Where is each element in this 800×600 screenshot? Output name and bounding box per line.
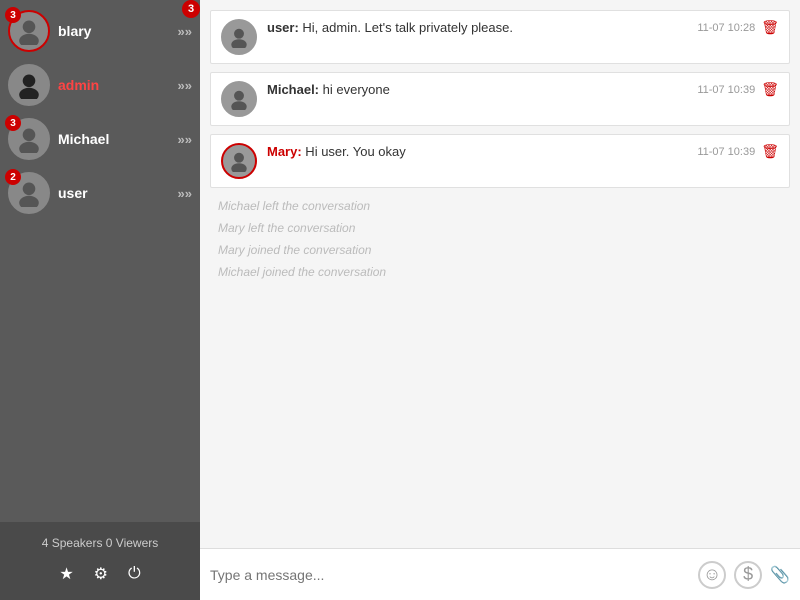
- message-meta: 11-07 10:28 🗑: [697, 19, 779, 36]
- chevron-double-icon: »»: [178, 132, 192, 147]
- sidebar-stats: 4 Speakers 0 Viewers: [0, 530, 200, 556]
- user-list: 3 blary»» admin»»3 Michael»»2 user»»: [0, 0, 200, 522]
- sidebar-top-badge: 3: [182, 0, 200, 18]
- sidebar-footer: 4 Speakers 0 Viewers ★ ⚙ ⏻: [0, 522, 200, 600]
- message-avatar: [221, 19, 257, 55]
- delete-message-button[interactable]: 🗑: [761, 143, 779, 160]
- avatar-wrap: 3: [8, 10, 50, 52]
- message-content: Michael: hi everyone: [267, 81, 697, 99]
- system-message: Michael joined the conversation: [210, 262, 790, 282]
- user-name: user: [58, 185, 178, 201]
- sidebar-actions: ★ ⚙ ⏻: [0, 556, 200, 592]
- user-badge: 2: [5, 169, 21, 185]
- input-area: ☺ $ 📎: [200, 548, 800, 600]
- message-time: 11-07 10:39: [697, 84, 755, 96]
- message-row: Michael: hi everyone 11-07 10:39 🗑: [210, 72, 790, 126]
- user-name: Michael: [58, 131, 178, 147]
- avatar: [8, 64, 50, 106]
- avatar-wrap: [8, 64, 50, 106]
- chevron-double-icon: »»: [178, 24, 192, 39]
- input-icons: ☺ $ 📎: [698, 561, 790, 589]
- attachment-button[interactable]: 📎: [770, 565, 790, 585]
- message-meta: 11-07 10:39 🗑: [697, 143, 779, 160]
- message-text: Michael: hi everyone: [267, 82, 390, 97]
- chevron-double-icon: »»: [178, 78, 192, 93]
- messages-area: user: Hi, admin. Let's talk privately pl…: [200, 0, 800, 548]
- sidebar-user-user[interactable]: 2 user»»: [0, 166, 200, 220]
- delete-message-button[interactable]: 🗑: [761, 81, 779, 98]
- main-chat: user: Hi, admin. Let's talk privately pl…: [200, 0, 800, 600]
- settings-button[interactable]: ⚙: [92, 562, 110, 586]
- avatar-wrap: 3: [8, 118, 50, 160]
- chevron-double-icon: »»: [178, 186, 192, 201]
- message-content: Mary: Hi user. You okay: [267, 143, 697, 161]
- power-button[interactable]: ⏻: [126, 562, 143, 586]
- message-text: Mary: Hi user. You okay: [267, 144, 406, 159]
- message-avatar: [221, 81, 257, 117]
- message-time: 11-07 10:39: [697, 146, 755, 158]
- message-sender: Michael:: [267, 82, 319, 97]
- message-time: 11-07 10:28: [697, 22, 755, 34]
- avatar-wrap: 2: [8, 172, 50, 214]
- delete-message-button[interactable]: 🗑: [761, 19, 779, 36]
- sidebar-user-admin[interactable]: admin»»: [0, 58, 200, 112]
- message-avatar: [221, 143, 257, 179]
- user-name: blary: [58, 23, 178, 39]
- system-message: Mary left the conversation: [210, 218, 790, 238]
- sidebar-user-Michael[interactable]: 3 Michael»»: [0, 112, 200, 166]
- message-sender: user:: [267, 20, 299, 35]
- message-row: user: Hi, admin. Let's talk privately pl…: [210, 10, 790, 64]
- dollar-button[interactable]: $: [734, 561, 762, 589]
- message-input[interactable]: [210, 567, 690, 583]
- user-name: admin: [58, 77, 178, 93]
- system-message: Mary joined the conversation: [210, 240, 790, 260]
- message-row: Mary: Hi user. You okay 11-07 10:39 🗑: [210, 134, 790, 188]
- star-button[interactable]: ★: [57, 562, 75, 586]
- user-badge: 3: [5, 7, 21, 23]
- message-text: user: Hi, admin. Let's talk privately pl…: [267, 20, 513, 35]
- message-sender: Mary:: [267, 144, 302, 159]
- message-content: user: Hi, admin. Let's talk privately pl…: [267, 19, 697, 37]
- message-meta: 11-07 10:39 🗑: [697, 81, 779, 98]
- system-message: Michael left the conversation: [210, 196, 790, 216]
- user-badge: 3: [5, 115, 21, 131]
- emoji-button[interactable]: ☺: [698, 561, 726, 589]
- sidebar: 3 3 blary»» admin»»3 Michael»»2 user»» 4…: [0, 0, 200, 600]
- sidebar-user-blary[interactable]: 3 blary»»: [0, 4, 200, 58]
